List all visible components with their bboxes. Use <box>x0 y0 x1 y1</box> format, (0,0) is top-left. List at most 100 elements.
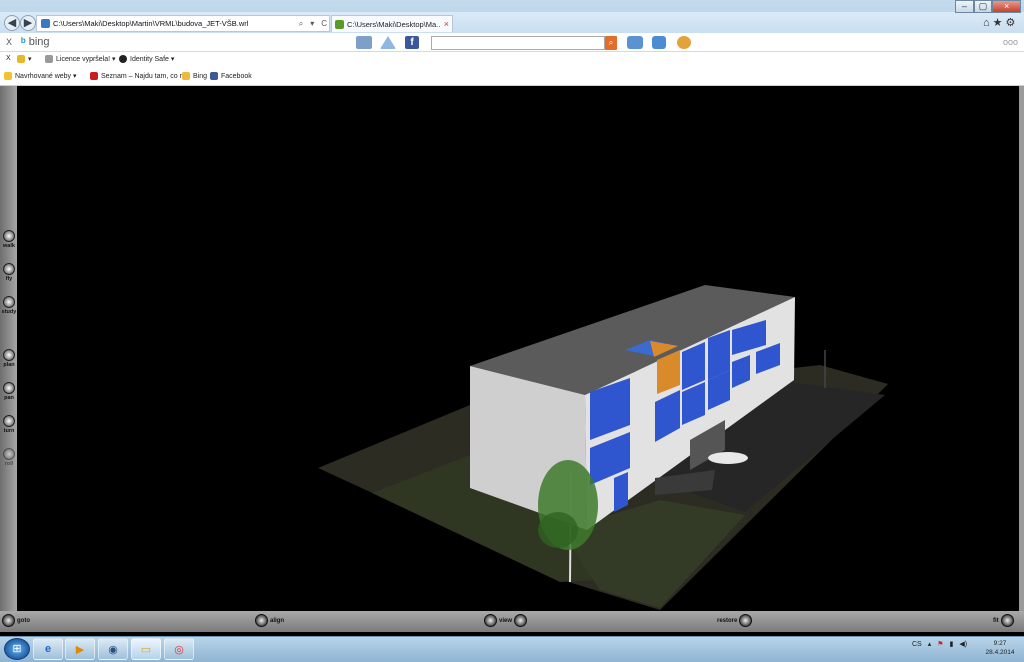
favorite-label: Navrhované weby ▾ <box>15 73 77 80</box>
search-icon[interactable]: ⌕ <box>605 36 617 50</box>
security-icon <box>45 55 53 63</box>
seznam-icon <box>90 72 98 80</box>
bing-logo[interactable]: ᵇ bing <box>21 35 50 49</box>
goto-button[interactable]: goto <box>2 614 30 627</box>
toolbar2-licence-item[interactable]: Licence vypršela! ▾ <box>45 55 116 63</box>
maximize-button[interactable]: ▢ <box>973 0 993 13</box>
plan-icon <box>3 349 15 361</box>
bing-close-icon[interactable]: X <box>6 37 12 47</box>
facebook-icon[interactable]: f <box>405 36 419 49</box>
favorite-suggested-sites[interactable]: Navrhované weby ▾ <box>4 72 77 80</box>
toolbar2-licence-label: Licence vypršela! ▾ <box>56 56 116 63</box>
browser-corner-icons: ⌂★⚙ <box>983 16 1018 29</box>
study-icon <box>3 296 15 308</box>
fly-button[interactable]: fly <box>2 263 16 282</box>
puzzle-icon[interactable] <box>677 36 691 49</box>
view-button[interactable]: view <box>484 614 528 627</box>
bing-more-icon[interactable]: ooo <box>1003 37 1018 47</box>
internet-explorer-icon[interactable]: e <box>33 638 63 660</box>
roll-button[interactable]: roll <box>2 448 16 467</box>
align-icon <box>255 614 268 627</box>
network-icon[interactable]: ◉ <box>98 638 128 660</box>
system-tray: CS ▴ ⚑ ▮ ◀) <box>912 640 967 649</box>
volume-icon[interactable]: ◀) <box>959 640 967 648</box>
dropdown-icon[interactable]: ▾ <box>308 19 316 28</box>
bing-logo-text: bing <box>28 36 50 48</box>
facebook-icon <box>210 72 218 80</box>
address-bar[interactable]: C:\Users\Maki\Desktop\Martin\VRML\budova… <box>36 15 330 32</box>
language-indicator[interactable]: CS <box>912 641 922 648</box>
study-button[interactable]: study <box>2 296 16 315</box>
turn-button[interactable]: turn <box>2 415 16 434</box>
forward-button[interactable]: ▶ <box>20 15 36 31</box>
goto-icon <box>2 614 15 627</box>
address-url: C:\Users\Maki\Desktop\Martin\VRML\budova… <box>53 19 249 28</box>
pan-button[interactable]: pan <box>2 382 16 401</box>
tab-icon <box>335 19 344 29</box>
favorite-label: Facebook <box>221 72 252 80</box>
clock-date: 28.4.2014 <box>985 649 1015 656</box>
toolbar2-check-label: ▾ <box>28 56 32 63</box>
bing-icon <box>182 72 190 80</box>
explorer-folder-icon[interactable]: ▭ <box>131 638 161 660</box>
tab-close-icon[interactable]: × <box>444 19 452 29</box>
favorite-label: Bing <box>193 72 208 80</box>
show-hidden-icons-icon[interactable]: ▴ <box>928 640 932 648</box>
align-button[interactable]: align <box>255 614 284 627</box>
favorite-bing[interactable]: Bing <box>182 72 207 80</box>
plan-button[interactable]: plan <box>2 349 16 368</box>
toolbar2-identity-item[interactable]: Identity Safe ▾ <box>119 55 174 63</box>
walk-button[interactable]: walk <box>2 230 16 249</box>
close-window-button[interactable]: × <box>992 0 1022 13</box>
favorite-facebook[interactable]: Facebook <box>210 72 252 80</box>
restore-icon <box>739 614 753 627</box>
roll-icon <box>3 448 15 460</box>
start-button[interactable]: ⊞ <box>4 638 30 660</box>
tab-active[interactable]: C:\Users\Maki\Desktop\Ma... × <box>331 15 453 32</box>
view-next-icon[interactable] <box>514 614 528 627</box>
restore-button[interactable]: restore <box>717 614 753 627</box>
turn-icon <box>3 415 15 427</box>
search-address-icon[interactable]: ⌕ <box>297 19 305 29</box>
media-player-icon[interactable]: ▶ <box>65 638 95 660</box>
fit-button[interactable]: fit <box>993 614 1014 627</box>
back-button[interactable]: ◀ <box>4 15 20 31</box>
favorite-label: Seznam – Najdu tam, co n... <box>101 72 190 80</box>
refresh-icon[interactable]: C <box>319 19 329 28</box>
favorite-seznam[interactable]: Seznam – Najdu tam, co n... <box>90 72 189 80</box>
identity-icon <box>119 55 127 63</box>
minimize-button[interactable]: – <box>955 0 974 13</box>
clock[interactable]: 9:27 28.4.2014 <box>980 639 1020 657</box>
check-icon <box>17 55 25 63</box>
flag-icon[interactable]: ⚑ <box>937 640 943 648</box>
car <box>708 452 748 464</box>
clock-time: 9:27 <box>993 640 1007 647</box>
fit-icon <box>1000 614 1014 627</box>
building-3d-scene <box>318 285 888 610</box>
star-icon[interactable]: ★ <box>993 17 1006 29</box>
chat-icon[interactable] <box>652 36 666 49</box>
toolbar2-check-item[interactable]: ▾ <box>17 55 32 63</box>
window <box>614 472 628 512</box>
walk-icon <box>3 230 15 242</box>
toolbar2-close-icon[interactable]: X <box>6 55 11 62</box>
bing-search-input[interactable] <box>431 36 605 50</box>
tree-canopy <box>538 512 578 548</box>
chrome-icon[interactable]: ◎ <box>164 638 194 660</box>
vrml-viewport[interactable] <box>0 86 1024 636</box>
toolbar2-identity-label: Identity Safe ▾ <box>130 56 175 63</box>
bing-b-icon: ᵇ <box>21 35 26 49</box>
gear-icon[interactable]: ⚙ <box>1006 17 1019 29</box>
viewer-right-panel <box>1019 86 1024 611</box>
like-icon[interactable] <box>627 36 643 49</box>
mail-icon[interactable] <box>356 36 372 49</box>
star-icon <box>4 72 12 80</box>
tab-title: C:\Users\Maki\Desktop\Ma... <box>347 19 441 29</box>
window-controls: – ▢ × <box>955 0 1022 13</box>
page-icon <box>41 19 50 28</box>
home-icon[interactable]: ⌂ <box>983 17 993 29</box>
fly-icon <box>3 263 15 275</box>
pan-icon <box>3 382 15 394</box>
network-tray-icon[interactable]: ▮ <box>950 640 954 648</box>
view-prev-icon[interactable] <box>484 614 497 627</box>
